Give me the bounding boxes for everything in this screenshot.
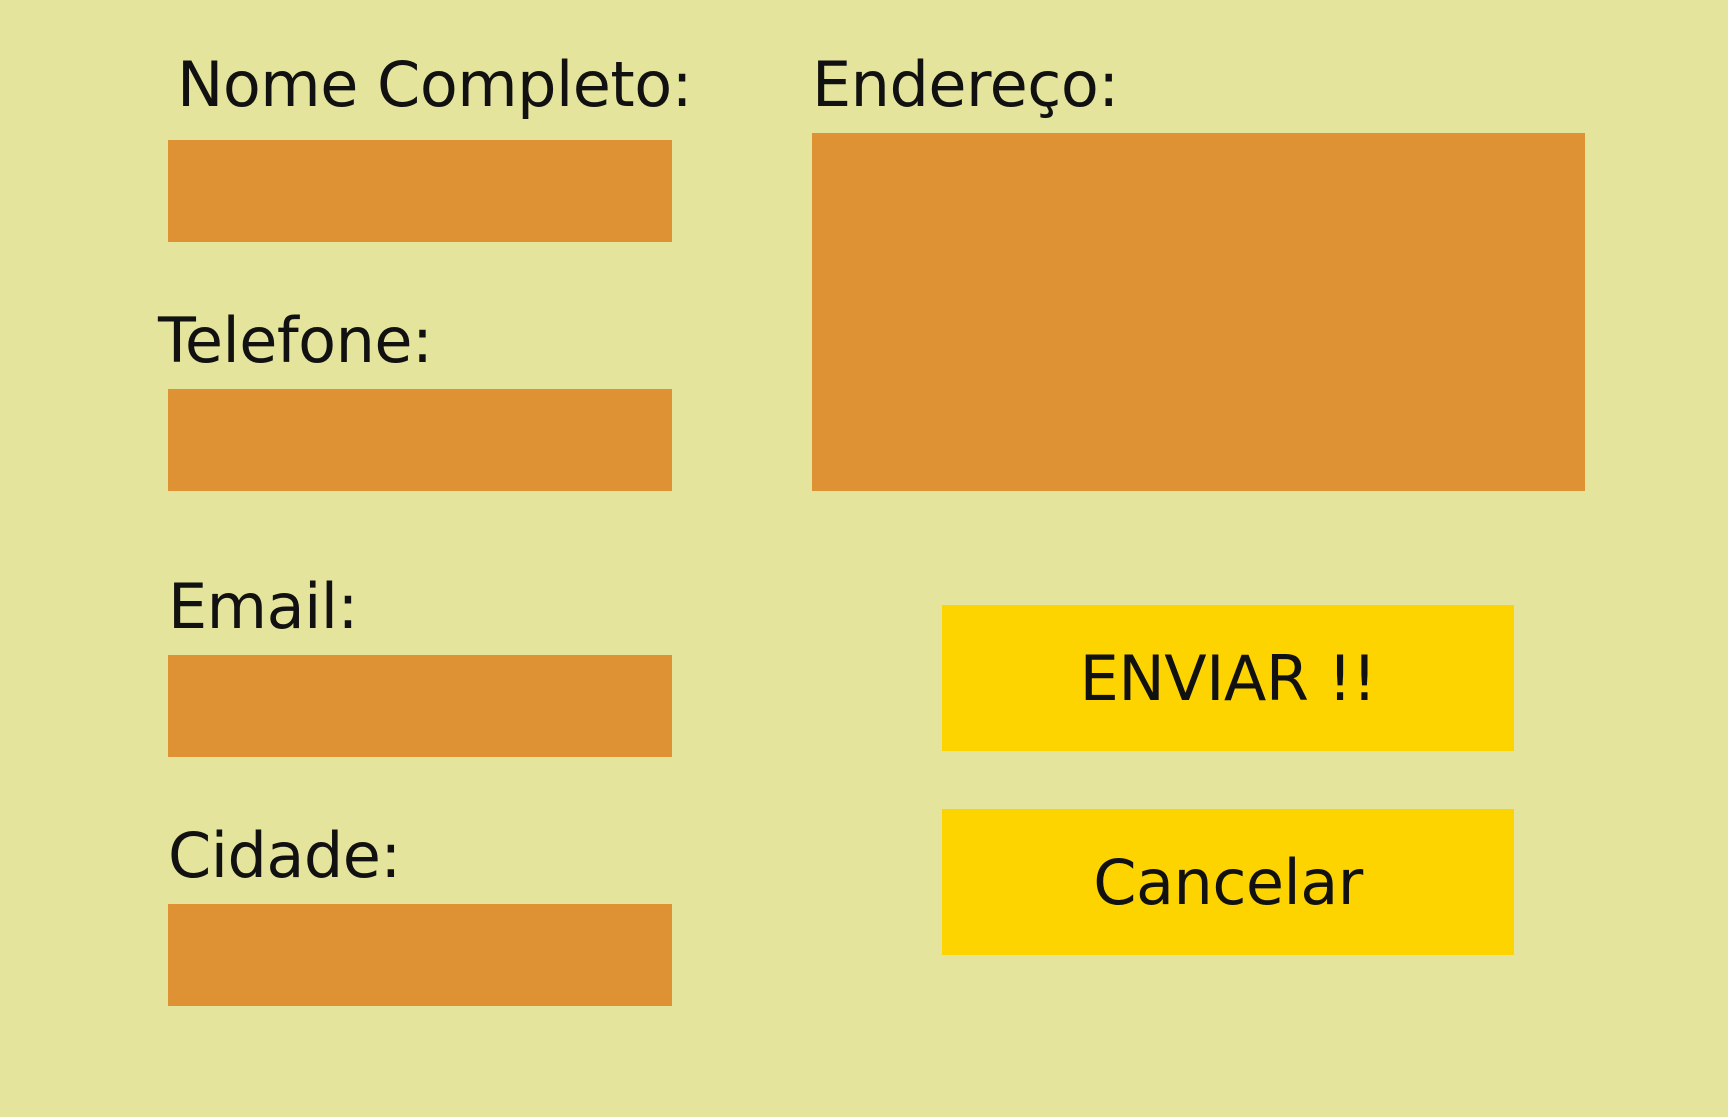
cidade-label: Cidade:: [168, 819, 401, 892]
telefone-label: Telefone:: [158, 304, 433, 377]
endereco-label: Endereço:: [812, 48, 1119, 121]
enviar-button[interactable]: ENVIAR !!: [942, 605, 1514, 751]
telefone-input[interactable]: [168, 389, 672, 491]
nome-completo-label: Nome Completo:: [177, 48, 693, 121]
email-label: Email:: [168, 570, 358, 643]
email-input[interactable]: [168, 655, 672, 757]
nome-completo-input[interactable]: [168, 140, 672, 242]
endereco-textarea[interactable]: [812, 133, 1585, 491]
cidade-input[interactable]: [168, 904, 672, 1006]
cancelar-button[interactable]: Cancelar: [942, 809, 1514, 955]
